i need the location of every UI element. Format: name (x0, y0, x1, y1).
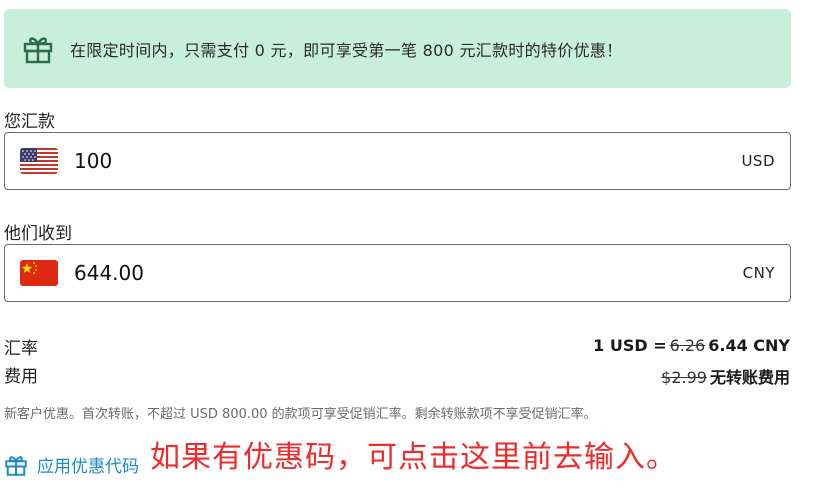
fee-new: 无转账费用 (709, 368, 790, 387)
gift-icon (23, 36, 53, 63)
rate-prefix: 1 USD = (593, 336, 667, 355)
receive-amount-value[interactable]: 644.00 (74, 261, 743, 285)
receive-amount-field[interactable]: 644.00 CNY (4, 244, 791, 302)
gift-icon (5, 455, 27, 476)
receive-label: 他们收到 (4, 224, 72, 244)
annotation-text: 如果有优惠码，可点击这里前去输入。 (150, 440, 677, 475)
send-amount-field[interactable]: 100 USD (4, 132, 791, 190)
promo-banner: 在限定时间内，只需支付 0 元，即可享受第一笔 800 元汇款时的特价优惠！ (4, 9, 791, 88)
send-amount-value[interactable]: 100 (74, 149, 741, 173)
promo-text: 在限定时间内，只需支付 0 元，即可享受第一笔 800 元汇款时的特价优惠！ (70, 40, 623, 60)
apply-promo-code-label[interactable]: 应用优惠代码 (37, 452, 139, 477)
rate-old: 6.26 (669, 336, 706, 355)
rate-new: 6.44 CNY (708, 336, 790, 355)
apply-promo-code-link[interactable]: 应用优惠代码 (4, 452, 139, 477)
fee-value: $2.99 无转账费用 (658, 364, 790, 388)
send-label: 您汇款 (4, 112, 55, 132)
rate-label: 汇率 (4, 339, 38, 359)
promo-note: 新客户优惠。首次转账，不超过 USD 800.00 的款项可享受促销汇率。剩余转… (4, 407, 597, 422)
cn-flag-icon (20, 260, 58, 286)
fee-old: $2.99 (661, 368, 707, 387)
send-currency[interactable]: USD (741, 152, 775, 170)
rate-value: 1 USD = 6.26 6.44 CNY (593, 336, 790, 355)
receive-currency[interactable]: CNY (743, 264, 775, 282)
fee-label: 费用 (4, 367, 38, 387)
us-flag-icon (20, 148, 58, 174)
